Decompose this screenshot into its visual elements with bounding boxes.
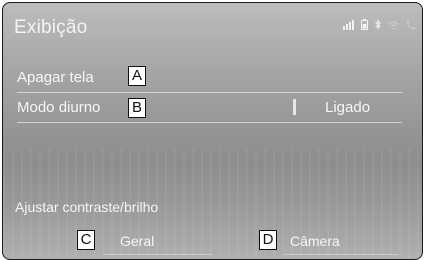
signal-icon: [343, 20, 354, 30]
battery-icon: [361, 19, 368, 30]
day-mode-item[interactable]: Modo diurno: [17, 99, 100, 116]
callout-c: C: [77, 230, 95, 250]
wifi-icon: [388, 21, 399, 30]
screen-title: Exibição: [14, 17, 88, 38]
camera-button[interactable]: Câmera: [290, 233, 340, 249]
button-underline: [283, 254, 398, 255]
status-bar: [343, 16, 416, 30]
callout-b: B: [128, 98, 146, 118]
phone-icon: [407, 20, 416, 30]
day-mode-label: Modo diurno: [17, 99, 101, 116]
screen-off-label: Apagar tela: [17, 69, 94, 86]
day-mode-toggle-indicator[interactable]: [293, 99, 296, 115]
button-underline: [103, 254, 213, 255]
bluetooth-icon: [375, 19, 381, 30]
general-button[interactable]: Geral: [120, 233, 154, 249]
screen-off-item[interactable]: Apagar tela: [17, 69, 94, 86]
callout-a: A: [128, 66, 146, 86]
divider: [17, 122, 402, 123]
divider: [17, 92, 402, 93]
contrast-section-label: Ajustar contraste/brilho: [15, 199, 159, 215]
day-mode-status: Ligado: [325, 99, 371, 116]
callout-d: D: [259, 230, 277, 250]
display-settings-screen: Exibição Apagar tela A Modo diurno B Lig: [2, 2, 423, 260]
